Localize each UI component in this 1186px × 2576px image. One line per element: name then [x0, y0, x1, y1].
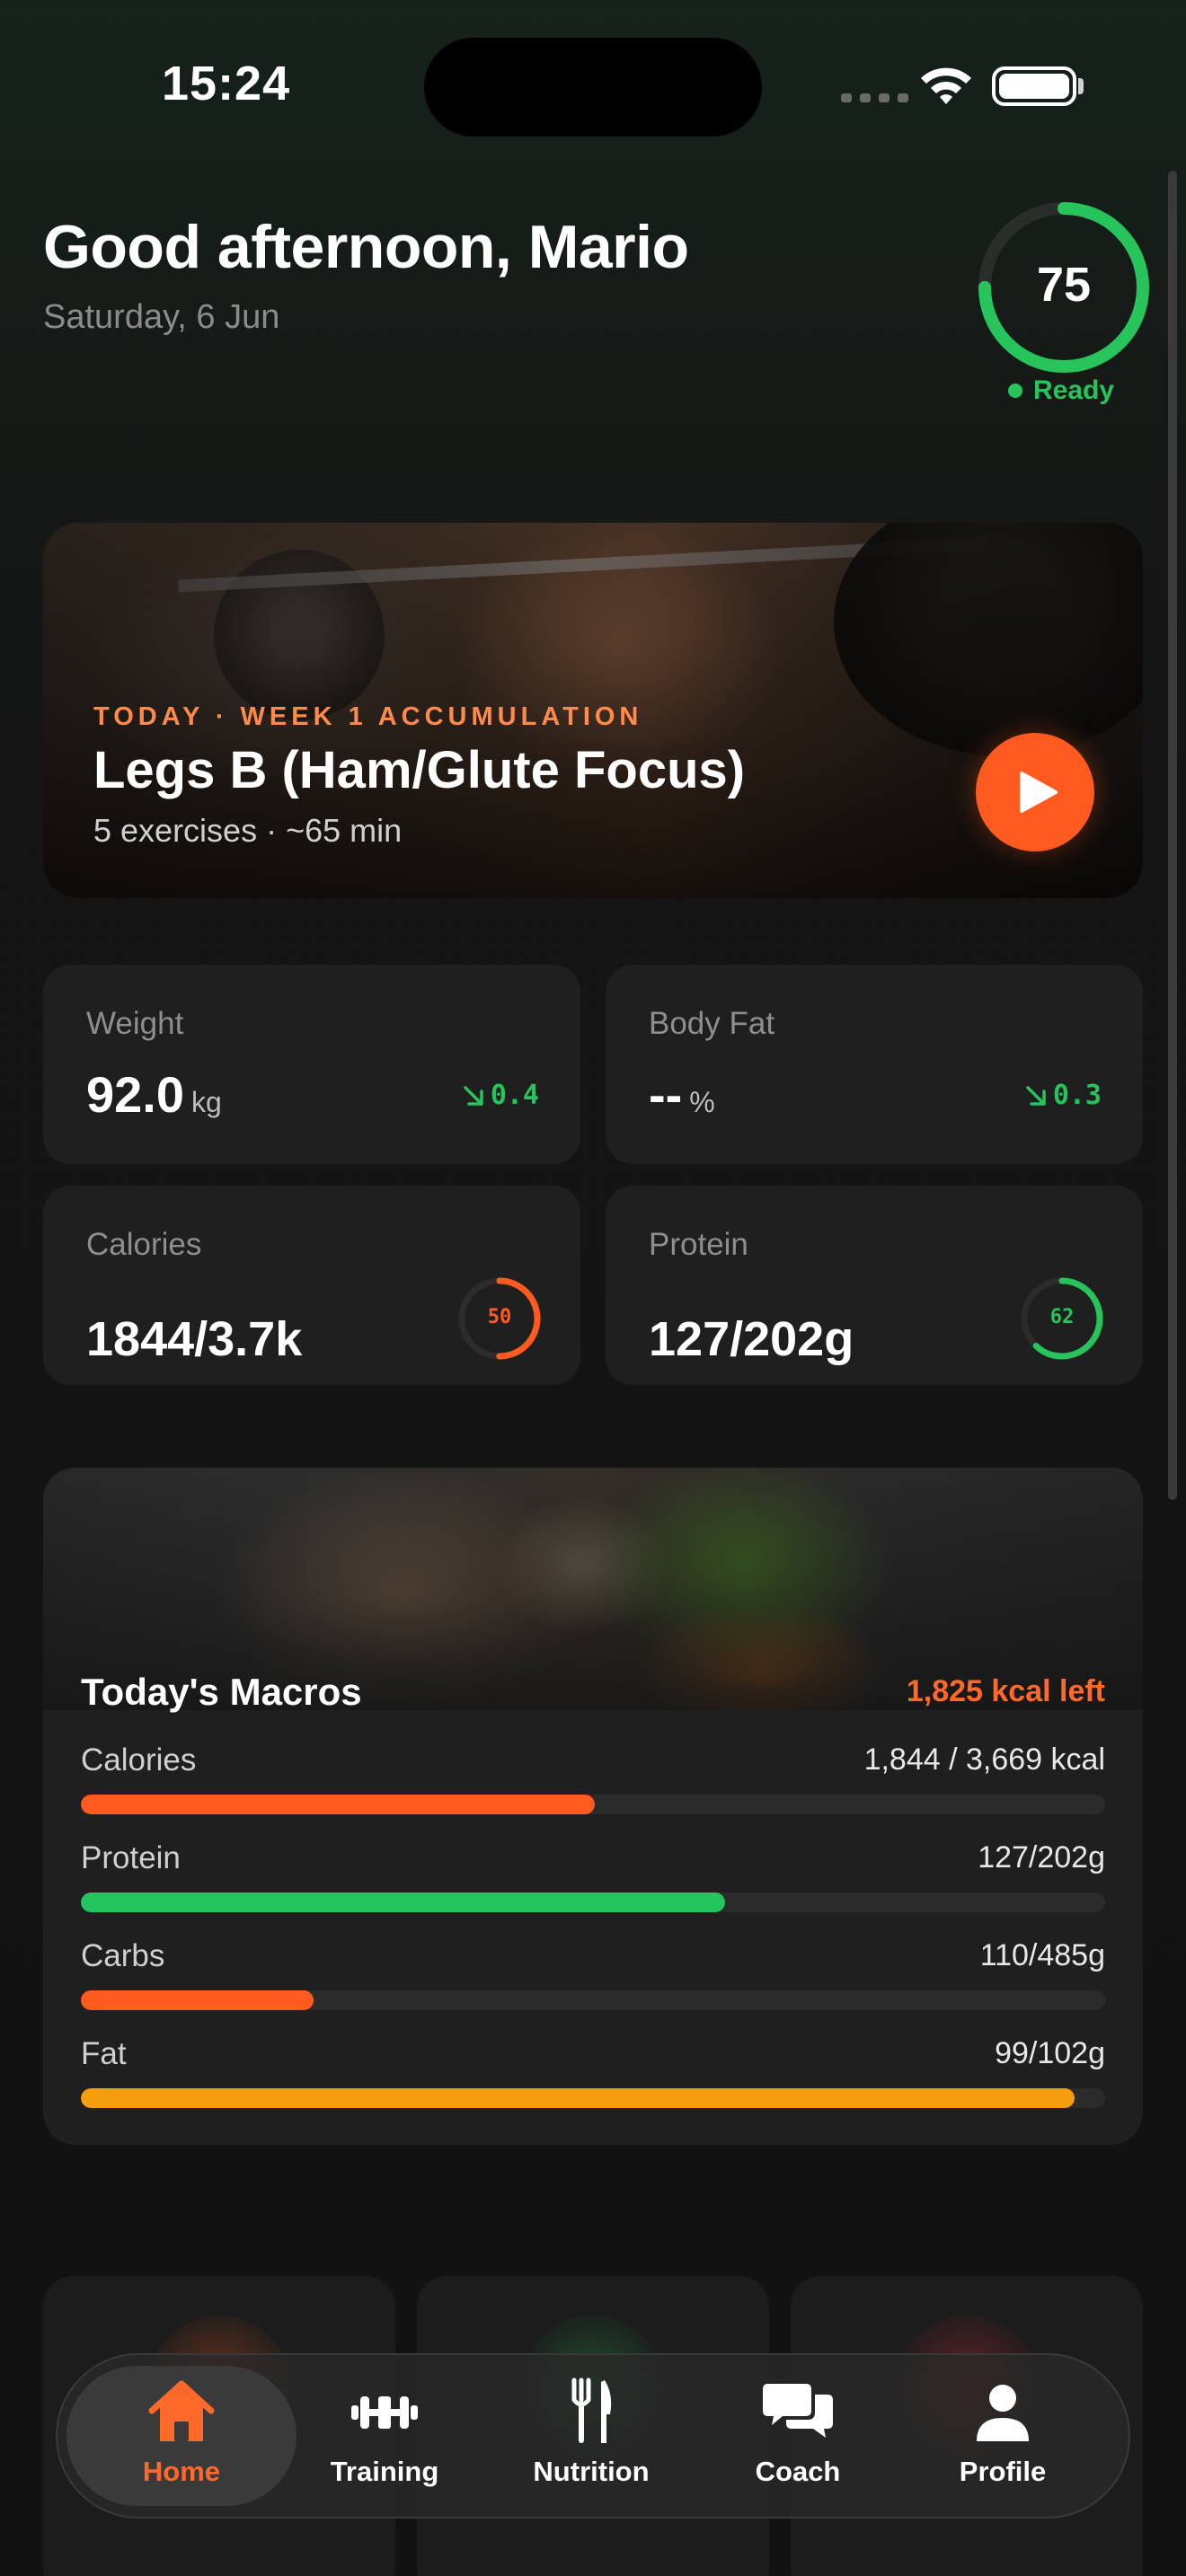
fork-knife-icon	[571, 2378, 612, 2443]
battery-tip	[1078, 78, 1084, 94]
status-time: 15:24	[162, 57, 291, 110]
macro-value: 127/202g	[978, 1840, 1105, 1875]
body-fat-label: Body Fat	[649, 1006, 775, 1041]
tab-label: Nutrition	[533, 2456, 650, 2487]
calories-label: Calories	[86, 1227, 202, 1262]
weight-card[interactable]: Weight 92.0 kg 0.4	[43, 965, 580, 1164]
workout-title: Legs B (Ham/Glute Focus)	[93, 741, 746, 799]
todays-macros-card[interactable]: Today's Macros 1,825 kcal left Calories …	[43, 1468, 1143, 2145]
scrollbar[interactable]	[1168, 171, 1177, 1500]
dumbbell-icon	[351, 2396, 418, 2429]
status-dot	[1008, 384, 1022, 398]
macro-track	[81, 1990, 1105, 2010]
greeting-title: Good afternoon, Mario	[43, 213, 689, 281]
weight-unit: kg	[191, 1086, 222, 1118]
tab-label: Coach	[755, 2456, 841, 2487]
macro-label: Fat	[81, 2036, 127, 2071]
date-label: Saturday, 6 Jun	[43, 298, 280, 336]
protein-value: 127/202g	[649, 1312, 854, 1366]
home-icon	[148, 2380, 215, 2441]
wifi-icon	[921, 67, 971, 104]
macro-bar	[81, 2088, 1075, 2108]
macros-title: Today's Macros	[81, 1671, 362, 1713]
kcal-remaining: 1,825 kcal left	[906, 1674, 1105, 1708]
tab-label: Profile	[959, 2456, 1047, 2487]
play-icon	[1020, 772, 1058, 813]
arrow-down-right-icon	[464, 1085, 483, 1106]
protein-card[interactable]: Protein 127/202g 62	[606, 1186, 1143, 1385]
body-fat-number: --	[649, 1066, 683, 1123]
body-fat-trend-value: 0.3	[1052, 1080, 1102, 1111]
workout-subtitle: 5 exercises · ~65 min	[93, 812, 403, 849]
chat-bubbles-icon	[763, 2384, 833, 2438]
tab-coach[interactable]: Coach	[699, 2371, 897, 2506]
body-fat-unit: %	[689, 1086, 715, 1118]
start-workout-button[interactable]	[976, 733, 1094, 851]
body-fat-value: --%	[649, 1065, 715, 1124]
macro-track	[81, 1892, 1105, 1912]
person-icon	[977, 2385, 1029, 2441]
weight-value: 92.0 kg	[86, 1065, 222, 1124]
macro-bar	[81, 1892, 726, 1912]
body-fat-card[interactable]: Body Fat --% 0.3	[606, 965, 1143, 1164]
tab-nutrition[interactable]: Nutrition	[492, 2371, 690, 2506]
battery-icon	[992, 66, 1076, 106]
workout-kicker: TODAY · WEEK 1 ACCUMULATION	[93, 702, 643, 731]
tab-label: Home	[142, 2456, 221, 2487]
macro-label: Carbs	[81, 1938, 165, 1973]
dynamic-island	[424, 38, 762, 137]
weight-label: Weight	[86, 1006, 184, 1041]
calories-ring-value: 50	[487, 1306, 512, 1328]
macro-label: Calories	[81, 1742, 197, 1778]
protein-label: Protein	[649, 1227, 748, 1262]
calories-card[interactable]: Calories 1844/3.7k 50	[43, 1186, 580, 1385]
weight-trend: 0.4	[460, 1080, 539, 1111]
readiness-label: Ready	[1033, 375, 1115, 405]
macro-track	[81, 1795, 1105, 1814]
macro-bar	[81, 1795, 596, 1814]
cellular-signal-icon	[841, 93, 908, 102]
readiness-status: Ready	[1008, 375, 1114, 406]
macro-track	[81, 2088, 1105, 2108]
readiness-score: 75	[1036, 258, 1092, 312]
protein-ring-value: 62	[1049, 1306, 1075, 1328]
macro-bar	[81, 1990, 314, 2010]
tab-training[interactable]: Training	[286, 2371, 483, 2506]
tab-label: Training	[330, 2456, 439, 2487]
tab-home[interactable]: Home	[83, 2371, 280, 2506]
weight-trend-value: 0.4	[490, 1080, 539, 1111]
arrow-down-right-icon	[1026, 1085, 1046, 1106]
tab-profile[interactable]: Profile	[904, 2371, 1102, 2506]
calories-value: 1844/3.7k	[86, 1312, 303, 1366]
macro-value: 110/485g	[979, 1938, 1105, 1972]
body-fat-trend: 0.3	[1022, 1080, 1102, 1111]
today-workout-card[interactable]: TODAY · WEEK 1 ACCUMULATION Legs B (Ham/…	[43, 523, 1143, 898]
weight-number: 92.0	[86, 1066, 184, 1123]
macro-label: Protein	[81, 1840, 181, 1875]
macro-value: 99/102g	[995, 2036, 1105, 2070]
macro-value: 1,844 / 3,669 kcal	[863, 1742, 1105, 1777]
